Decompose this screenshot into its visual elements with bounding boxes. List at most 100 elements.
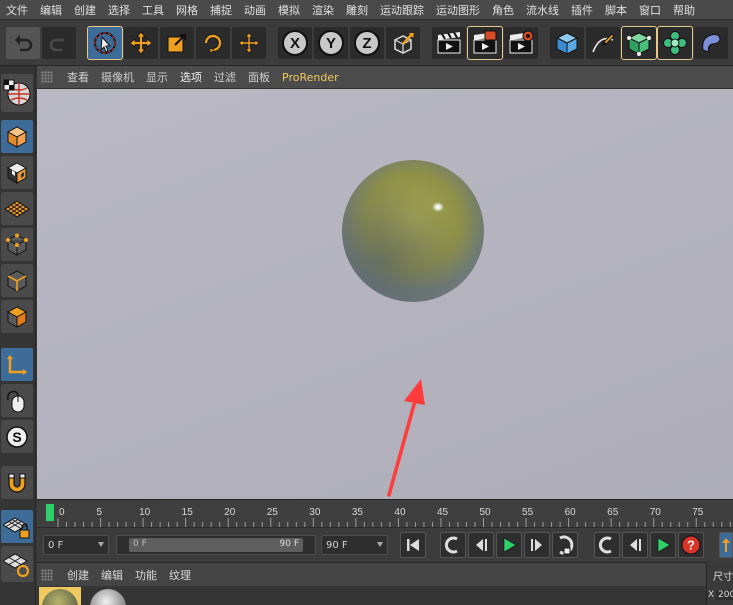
menu-item-7[interactable]: 动画: [238, 2, 272, 18]
menu-item-3[interactable]: 选择: [102, 2, 136, 18]
viewport-menu-display[interactable]: 显示: [140, 69, 174, 85]
live-selection-button[interactable]: [87, 26, 123, 60]
grey-material-swatch[interactable]: [90, 589, 126, 605]
timeline-ruler[interactable]: 05101520253035404550556065707580: [37, 499, 733, 528]
record-active-objects-button[interactable]: [594, 532, 620, 558]
x-axis-lock-button[interactable]: X: [278, 27, 312, 59]
polygon-mode-button[interactable]: [1, 300, 33, 333]
end-frame-field[interactable]: 90 F: [321, 535, 388, 555]
viewport-menu-filter[interactable]: 过滤: [208, 69, 242, 85]
viewport-menu-options[interactable]: 选项: [174, 69, 208, 85]
make-editable-button[interactable]: [1, 74, 33, 112]
subdivision-surface-button[interactable]: [621, 26, 657, 60]
enable-axis-button[interactable]: [1, 348, 33, 381]
menu-item-15[interactable]: 插件: [565, 2, 599, 18]
texture-mode-button[interactable]: [1, 156, 33, 189]
move-tool-button[interactable]: [124, 27, 158, 59]
cube-primitive-button[interactable]: [550, 27, 584, 59]
menu-item-10[interactable]: 雕刻: [340, 2, 374, 18]
autokey-back-button[interactable]: [622, 532, 648, 558]
play-icon: [657, 537, 671, 553]
mouse-icon: [7, 390, 25, 412]
viewport-menu-prorender[interactable]: ProRender: [276, 71, 345, 84]
material-menu-texture[interactable]: 纹理: [163, 567, 197, 583]
menu-item-14[interactable]: 流水线: [520, 2, 565, 18]
panel-grip-icon[interactable]: [41, 568, 53, 581]
viewport-menu-view[interactable]: 查看: [61, 69, 95, 85]
help-button[interactable]: ?: [678, 532, 704, 558]
menu-item-16[interactable]: 脚本: [599, 2, 633, 18]
timeline-tick-label: 15: [182, 507, 194, 518]
next-key-button[interactable]: [552, 532, 578, 558]
menu-item-12[interactable]: 运动图形: [430, 2, 486, 18]
go-to-start-button[interactable]: [400, 532, 426, 558]
model-mode-button[interactable]: [1, 120, 33, 153]
z-axis-lock-button[interactable]: Z: [350, 27, 384, 59]
material-menu-function[interactable]: 功能: [129, 567, 163, 583]
y-axis-lock-button[interactable]: Y: [314, 27, 348, 59]
cloner-button[interactable]: [657, 26, 693, 60]
coordinate-system-button[interactable]: [386, 27, 420, 59]
menu-item-17[interactable]: 窗口: [633, 2, 667, 18]
recent-tool-button[interactable]: [232, 27, 266, 59]
preview-range-slider[interactable]: 0 F 90 F: [116, 535, 316, 555]
menu-item-0[interactable]: 文件: [0, 2, 34, 18]
menu-item-5[interactable]: 网格: [170, 2, 204, 18]
pen-spline-icon: [592, 33, 615, 53]
key-settings-button[interactable]: [719, 532, 733, 558]
viewport-menu-panel[interactable]: 面板: [242, 69, 276, 85]
menu-item-11[interactable]: 运动跟踪: [374, 2, 430, 18]
menu-item-8[interactable]: 模拟: [272, 2, 306, 18]
snapping-button[interactable]: [1, 466, 33, 499]
rotate-tool-button[interactable]: [196, 27, 230, 59]
timeline-tick-label: 60: [565, 507, 577, 518]
next-frame-button[interactable]: [524, 532, 550, 558]
cloner-icon: [663, 31, 687, 55]
current-frame-field[interactable]: 0 F: [43, 535, 109, 555]
3d-viewport[interactable]: [37, 89, 733, 499]
previous-frame-button[interactable]: [468, 532, 494, 558]
material-menu-edit[interactable]: 编辑: [95, 567, 129, 583]
viewport-scene: [342, 160, 484, 497]
menu-item-13[interactable]: 角色: [486, 2, 520, 18]
previous-key-button[interactable]: [440, 532, 466, 558]
sphere-object[interactable]: [342, 160, 484, 302]
menu-item-4[interactable]: 工具: [136, 2, 170, 18]
play-forward-button[interactable]: [496, 532, 522, 558]
render-view-button[interactable]: [432, 27, 466, 59]
timeline-tick-label: 70: [650, 507, 662, 518]
render-to-picture-viewer-button[interactable]: [467, 26, 503, 60]
solo-mode-button[interactable]: S: [1, 420, 33, 453]
menu-item-9[interactable]: 渲染: [306, 2, 340, 18]
render-settings-button[interactable]: [504, 27, 538, 59]
pen-spline-button[interactable]: [586, 27, 620, 59]
axis-icon: [7, 354, 27, 375]
panel-grip-icon[interactable]: [41, 71, 53, 83]
model-cube-icon: [6, 125, 28, 148]
workplane-mode-button[interactable]: [1, 192, 33, 225]
play-alt-button[interactable]: [650, 532, 676, 558]
move-arrows-icon: [129, 31, 153, 55]
scale-tool-button[interactable]: [160, 27, 194, 59]
material-menu-create[interactable]: 创建: [61, 567, 95, 583]
workplane-lock-button[interactable]: [1, 510, 33, 543]
viewport-menu-cameras[interactable]: 摄像机: [95, 69, 140, 85]
point-mode-button[interactable]: [1, 228, 33, 261]
menu-item-1[interactable]: 编辑: [34, 2, 68, 18]
timeline-tick-label: 30: [309, 507, 321, 518]
playhead-marker[interactable]: [46, 504, 54, 521]
size-x-value[interactable]: 200: [716, 590, 733, 600]
tweak-mode-button[interactable]: [1, 384, 33, 417]
timeline-tick-label: 35: [352, 507, 364, 518]
rotate-icon: [204, 34, 222, 54]
menu-item-18[interactable]: 帮助: [667, 2, 701, 18]
redo-button[interactable]: [42, 27, 76, 59]
menu-item-6[interactable]: 捕捉: [204, 2, 238, 18]
planar-workplane-button[interactable]: [1, 546, 33, 582]
redo-icon: [49, 38, 64, 52]
undo-button[interactable]: [6, 27, 40, 59]
edge-mode-button[interactable]: [1, 264, 33, 297]
main-toolbar: X Y Z: [0, 20, 733, 66]
deformer-button[interactable]: [694, 27, 728, 59]
menu-item-2[interactable]: 创建: [68, 2, 102, 18]
